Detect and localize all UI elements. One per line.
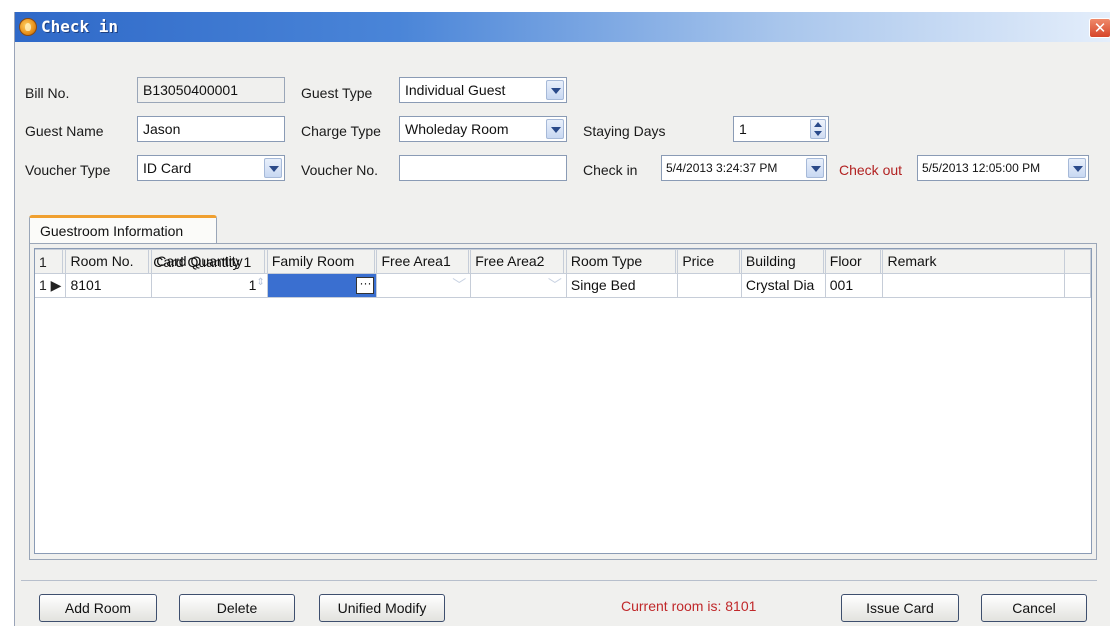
chevron-down-icon: ﹀ bbox=[547, 277, 562, 293]
current-room-status: Current room is: 8101 bbox=[621, 598, 757, 614]
spinner-icon[interactable]: ⇕ bbox=[256, 277, 264, 288]
voucher-type-select[interactable]: ID Card bbox=[137, 155, 285, 181]
check-out-datetime[interactable]: 5/5/2013 12:05:00 PM bbox=[917, 155, 1089, 181]
bill-no-field: B13050400001 bbox=[137, 77, 285, 103]
footer-cell bbox=[62, 249, 150, 274]
grid-footer: 1 Card Quantity 1 bbox=[35, 249, 1092, 274]
tab-label: Guestroom Information bbox=[40, 223, 184, 239]
check-in-datetime[interactable]: 5/4/2013 3:24:37 PM bbox=[661, 155, 827, 181]
staying-days-label: Staying Days bbox=[583, 123, 666, 139]
cell-family-room[interactable]: ··· bbox=[267, 273, 378, 298]
footer-cell bbox=[823, 249, 882, 274]
cancel-button[interactable]: Cancel bbox=[981, 594, 1087, 622]
unified-modify-label: Unified Modify bbox=[337, 600, 427, 616]
row-filler bbox=[1064, 273, 1091, 298]
footer-cell bbox=[563, 249, 677, 274]
footer-cell bbox=[739, 249, 824, 274]
bill-no-label: Bill No. bbox=[25, 85, 70, 101]
chevron-down-icon[interactable] bbox=[546, 119, 564, 139]
divider bbox=[21, 580, 1097, 581]
summary-row: 1 Card Quantity 1 bbox=[35, 249, 1092, 274]
table-row[interactable]: 1 ▶ 8101 1 ⇕ ··· ﹀ ﹀ Singe Bed Crystal D… bbox=[35, 273, 1091, 298]
row-index: 1 bbox=[39, 276, 47, 293]
cell-price[interactable] bbox=[677, 273, 742, 298]
footer-cell bbox=[880, 249, 1065, 274]
check-out-value: 5/5/2013 12:05:00 PM bbox=[922, 161, 1041, 175]
guestroom-panel: Room No. Card Quantity Family Room Free … bbox=[29, 243, 1097, 560]
voucher-type-value: ID Card bbox=[143, 160, 192, 176]
window-title: Check in bbox=[41, 17, 119, 36]
tab-guestroom-information[interactable]: Guestroom Information bbox=[29, 215, 217, 244]
footer-cell bbox=[468, 249, 565, 274]
guest-name-input[interactable]: Jason bbox=[137, 116, 285, 142]
issue-card-button[interactable]: Issue Card bbox=[841, 594, 959, 622]
voucher-type-label: Voucher Type bbox=[25, 162, 111, 178]
charge-type-label: Charge Type bbox=[301, 123, 381, 139]
chevron-down-icon[interactable] bbox=[1068, 158, 1086, 178]
cell-card-quantity[interactable]: 1 ⇕ bbox=[151, 273, 268, 298]
cell-free-area1[interactable]: ﹀ bbox=[376, 273, 472, 298]
cell-free-area2[interactable]: ﹀ bbox=[470, 273, 567, 298]
delete-label: Delete bbox=[216, 600, 258, 616]
check-in-label: Check in bbox=[583, 162, 638, 178]
cancel-label: Cancel bbox=[1012, 600, 1056, 616]
guest-type-label: Guest Type bbox=[301, 85, 373, 101]
current-row-arrow-icon: ▶ bbox=[46, 276, 62, 293]
close-button[interactable]: ✕ bbox=[1089, 18, 1110, 38]
footer-summary: Card Quantity 1 bbox=[148, 249, 266, 274]
cell-remark[interactable] bbox=[882, 273, 1066, 298]
footer-cell bbox=[675, 249, 740, 274]
check-out-label: Check out bbox=[839, 162, 903, 178]
cell-building[interactable]: Crystal Dia bbox=[741, 273, 826, 298]
unified-modify-button[interactable]: Unified Modify bbox=[319, 594, 445, 622]
check-in-dialog: Check in ✕ Bill No. B13050400001 Guest T… bbox=[14, 12, 1110, 626]
charge-type-value: Wholeday Room bbox=[405, 121, 509, 137]
issue-card-label: Issue Card bbox=[866, 600, 934, 616]
title-bar[interactable]: Check in ✕ bbox=[15, 12, 1110, 42]
add-room-button[interactable]: Add Room bbox=[39, 594, 157, 622]
spinner-arrows-icon[interactable] bbox=[810, 119, 826, 139]
cell-room-no[interactable]: 8101 bbox=[65, 273, 153, 298]
check-in-value: 5/4/2013 3:24:37 PM bbox=[666, 161, 778, 175]
ellipsis-icon[interactable]: ··· bbox=[356, 276, 375, 294]
app-icon bbox=[19, 18, 37, 36]
voucher-no-label: Voucher No. bbox=[301, 162, 379, 178]
bill-no-value: B13050400001 bbox=[143, 82, 238, 98]
chevron-down-icon[interactable] bbox=[264, 158, 282, 178]
voucher-no-input[interactable] bbox=[399, 155, 567, 181]
chevron-down-icon: ﹀ bbox=[452, 277, 467, 293]
charge-type-select[interactable]: Wholeday Room bbox=[399, 116, 567, 142]
close-icon: ✕ bbox=[1093, 19, 1107, 37]
delete-button[interactable]: Delete bbox=[179, 594, 295, 622]
guest-type-select[interactable]: Individual Guest bbox=[399, 77, 567, 103]
cell-room-type[interactable]: Singe Bed bbox=[566, 273, 679, 298]
footer-cell bbox=[1064, 249, 1092, 274]
cell-floor[interactable]: 001 bbox=[825, 273, 884, 298]
footer-count: 1 bbox=[35, 249, 64, 274]
guest-type-value: Individual Guest bbox=[405, 82, 506, 98]
staying-days-value: 1 bbox=[739, 121, 747, 137]
add-room-label: Add Room bbox=[64, 600, 132, 616]
chevron-down-icon[interactable] bbox=[806, 158, 824, 178]
card-quantity-value: 1 bbox=[248, 277, 257, 293]
guest-name-value: Jason bbox=[143, 121, 181, 137]
chevron-down-icon[interactable] bbox=[546, 80, 564, 100]
row-indicator: 1 ▶ bbox=[35, 273, 67, 298]
staying-days-stepper[interactable]: 1 bbox=[733, 116, 829, 142]
guestroom-grid[interactable]: Room No. Card Quantity Family Room Free … bbox=[34, 248, 1092, 554]
footer-cell bbox=[374, 249, 469, 274]
footer-cell bbox=[264, 249, 375, 274]
guest-name-label: Guest Name bbox=[25, 123, 104, 139]
